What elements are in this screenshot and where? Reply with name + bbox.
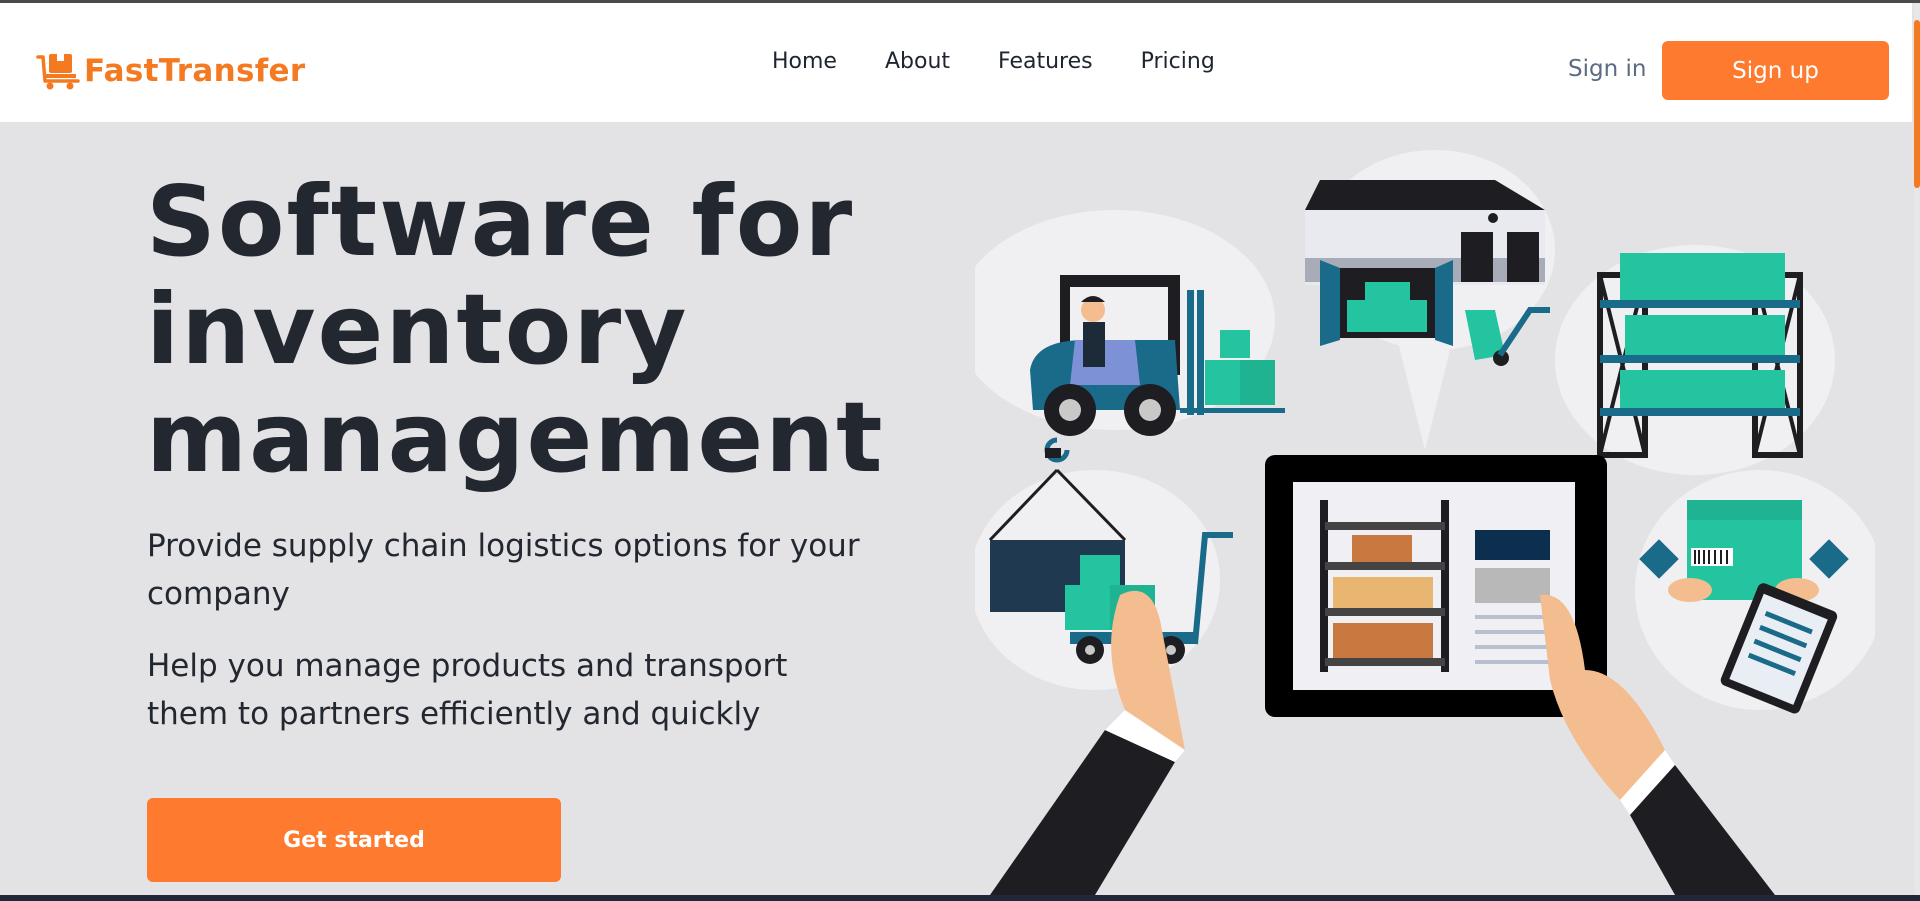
sign-in-link[interactable]: Sign in — [1568, 56, 1646, 82]
hero-title: Software for inventory management — [146, 168, 906, 492]
main-nav: Home About Features Pricing — [772, 49, 1215, 74]
site-header: FastTransfer Home About Features Pricing… — [0, 3, 1912, 122]
sign-up-button[interactable]: Sign up — [1662, 41, 1889, 100]
get-started-button[interactable]: Get started — [147, 798, 561, 882]
hero-description-1: Provide supply chain logistics options f… — [147, 528, 860, 612]
nav-home[interactable]: Home — [772, 49, 837, 74]
nav-features[interactable]: Features — [998, 49, 1093, 74]
hero-title-line-2: inventory — [146, 273, 689, 386]
warehouse-logistics-illustration — [975, 150, 1875, 895]
hero-title-line-3: management — [146, 381, 885, 494]
nav-pricing[interactable]: Pricing — [1141, 49, 1215, 74]
hero-title-line-1: Software for — [146, 165, 855, 278]
brand-name: FastTransfer — [84, 53, 306, 89]
scrollbar-thumb[interactable] — [1914, 20, 1920, 188]
brand-logo[interactable]: FastTransfer — [36, 51, 305, 91]
hero-description-2: Help you manage products and transport t… — [147, 648, 788, 732]
window-bottom-bar — [0, 895, 1920, 901]
delivery-box-icon — [36, 54, 80, 90]
nav-about[interactable]: About — [885, 49, 950, 74]
